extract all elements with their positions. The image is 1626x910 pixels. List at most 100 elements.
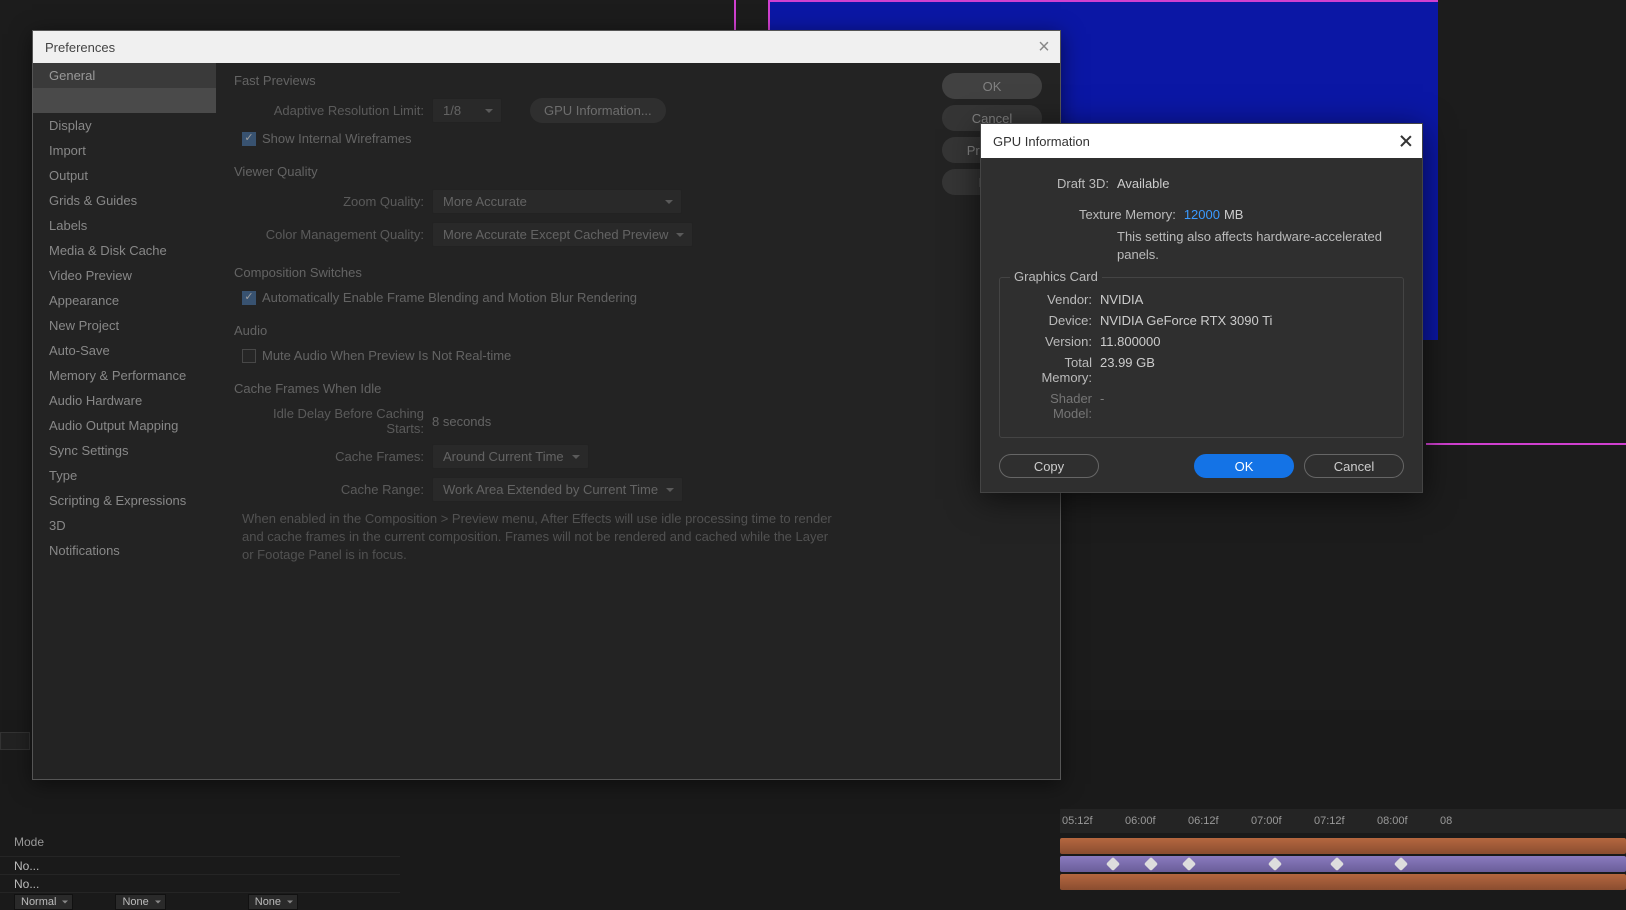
auto-frame-blend-row[interactable]: Automatically Enable Frame Blending and … [242,290,934,305]
sidebar-item-sync[interactable]: Sync Settings [33,438,216,463]
close-icon[interactable] [1398,134,1412,148]
color-management-label: Color Management Quality: [234,227,424,242]
sidebar-item-3d[interactable]: 3D [33,513,216,538]
section-title: Audio [234,323,934,338]
texture-memory-value[interactable]: 12000 [1184,207,1220,222]
close-icon[interactable]: × [1036,39,1052,55]
sidebar-item-media[interactable]: Media & Disk Cache [33,238,216,263]
panel-icon[interactable] [0,732,30,750]
ruler-tick: 05:12f [1060,815,1123,827]
sidebar-item-autosave[interactable]: Auto-Save [33,338,216,363]
sidebar-item-general[interactable]: General [33,63,216,88]
keyframe-icon[interactable] [1106,857,1120,871]
layer-mode-label: No... [14,877,39,891]
sidebar-item-output[interactable]: Output [33,163,216,188]
texture-memory-unit: MB [1224,207,1244,222]
copy-button[interactable]: Copy [999,454,1099,478]
cache-help-text: When enabled in the Composition > Previe… [242,510,842,565]
sidebar-item-grids[interactable]: Grids & Guides [33,188,216,213]
ruler-tick: 07:12f [1312,815,1375,827]
ruler-tick: 08 [1438,815,1501,827]
sidebar-item-appearance[interactable]: Appearance [33,288,216,313]
ruler-tick: 08:00f [1375,815,1438,827]
idle-delay-label: Idle Delay Before Caching Starts: [234,406,424,436]
keyframe-icon[interactable] [1330,857,1344,871]
sidebar-item-previews[interactable] [33,88,216,113]
sidebar-item-audiohw[interactable]: Audio Hardware [33,388,216,413]
section-title: Composition Switches [234,265,934,280]
timeline-layers[interactable] [1060,838,1626,892]
sidebar-item-notifications[interactable]: Notifications [33,538,216,563]
sidebar-item-memory[interactable]: Memory & Performance [33,363,216,388]
version-label: Version: [1012,334,1092,349]
zoom-quality-label: Zoom Quality: [234,194,424,209]
cache-range-label: Cache Range: [234,482,424,497]
background-magenta-vertical [734,0,736,30]
version-value: 11.800000 [1100,334,1161,349]
checkbox-unchecked-icon[interactable] [242,349,256,363]
preferences-dialog: Preferences × General Display Import Out… [32,30,1061,780]
timeline-ruler[interactable]: 05:12f 06:00f 06:12f 07:00f 07:12f 08:00… [1060,809,1626,833]
section-title: Fast Previews [234,73,934,88]
layer-row[interactable]: Normal None None [0,892,400,910]
keyframe-icon[interactable] [1268,857,1282,871]
sidebar-item-type[interactable]: Type [33,463,216,488]
cancel-button[interactable]: Cancel [1304,454,1404,478]
show-wireframes-row[interactable]: Show Internal Wireframes [242,131,934,146]
keyframe-icon[interactable] [1182,857,1196,871]
section-viewer-quality: Viewer Quality Zoom Quality: More Accura… [234,164,934,247]
blend-mode-dropdown[interactable]: Normal [14,894,73,910]
preferences-sidebar: General Display Import Output Grids & Gu… [33,63,216,779]
section-composition-switches: Composition Switches Automatically Enabl… [234,265,934,305]
ok-button[interactable]: OK [942,73,1042,99]
timeline-layer-bar[interactable] [1060,856,1626,872]
sidebar-item-scripting[interactable]: Scripting & Expressions [33,488,216,513]
mode-column-header: Mode [14,835,44,849]
keyframe-icon[interactable] [1144,857,1158,871]
section-title: Viewer Quality [234,164,934,179]
cache-range-dropdown[interactable]: Work Area Extended by Current Time [432,477,683,502]
total-memory-value: 23.99 GB [1100,355,1155,385]
mute-audio-label: Mute Audio When Preview Is Not Real-time [262,348,511,363]
layer-row[interactable]: No... [0,874,400,892]
auto-frame-blend-label: Automatically Enable Frame Blending and … [262,290,637,305]
adaptive-resolution-dropdown[interactable]: 1/8 [432,98,502,123]
sidebar-item-display[interactable]: Display [33,113,216,138]
ruler-tick: 06:12f [1186,815,1249,827]
sidebar-item-import[interactable]: Import [33,138,216,163]
ok-button[interactable]: OK [1194,454,1294,478]
track-matte-dropdown[interactable]: None [115,894,165,910]
section-cache-idle: Cache Frames When Idle Idle Delay Before… [234,381,934,565]
adaptive-resolution-label: Adaptive Resolution Limit: [234,103,424,118]
texture-memory-label: Texture Memory: [1079,207,1176,222]
zoom-quality-dropdown[interactable]: More Accurate [432,189,682,214]
sidebar-item-video[interactable]: Video Preview [33,263,216,288]
draft3d-label: Draft 3D: [999,176,1109,191]
gpu-titlebar[interactable]: GPU Information [981,124,1422,158]
total-memory-label: Total Memory: [1012,355,1092,385]
graphics-card-group: Graphics Card Vendor: NVIDIA Device: NVI… [999,277,1404,438]
sidebar-item-labels[interactable]: Labels [33,213,216,238]
cache-frames-label: Cache Frames: [234,449,424,464]
gpu-actions: Copy OK Cancel [999,454,1404,478]
background-magenta-divider [1426,443,1626,445]
checkbox-checked-icon[interactable] [242,132,256,146]
cache-frames-dropdown[interactable]: Around Current Time [432,444,589,469]
gpu-dialog-title: GPU Information [993,134,1090,149]
preferences-titlebar[interactable]: Preferences × [33,31,1060,63]
gpu-information-button[interactable]: GPU Information... [530,98,666,123]
layer-row[interactable]: No... [0,856,400,874]
timeline-layer-bar[interactable] [1060,874,1626,890]
keyframe-icon[interactable] [1394,857,1408,871]
sidebar-item-audiomap[interactable]: Audio Output Mapping [33,413,216,438]
texture-memory-hint: This setting also affects hardware-accel… [1117,228,1404,263]
sidebar-item-newproject[interactable]: New Project [33,313,216,338]
mute-audio-row[interactable]: Mute Audio When Preview Is Not Real-time [242,348,934,363]
device-label: Device: [1012,313,1092,328]
section-fast-previews: Fast Previews Adaptive Resolution Limit:… [234,73,934,146]
checkbox-checked-icon[interactable] [242,291,256,305]
timeline-layer-bar[interactable] [1060,838,1626,854]
idle-delay-value[interactable]: 8 seconds [432,414,491,429]
color-management-dropdown[interactable]: More Accurate Except Cached Preview [432,222,693,247]
track-matte-dropdown[interactable]: None [248,894,298,910]
